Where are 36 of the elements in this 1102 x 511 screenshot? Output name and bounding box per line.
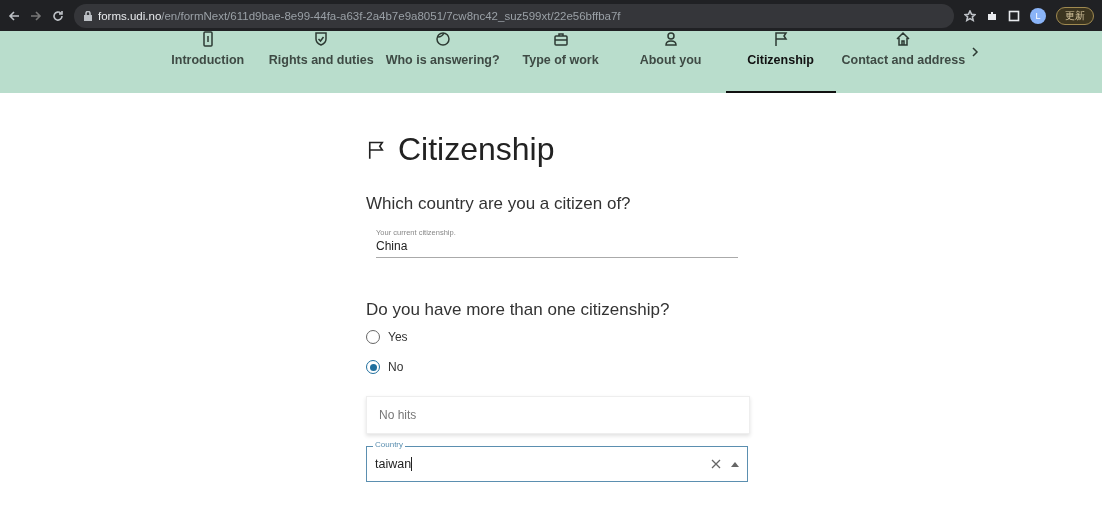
field-label: Country xyxy=(373,440,405,449)
next-steps-button[interactable] xyxy=(971,47,980,57)
dropdown-message: No hits xyxy=(366,396,750,434)
chevron-right-icon xyxy=(971,47,980,57)
shield-icon xyxy=(313,31,330,47)
collapse-button[interactable] xyxy=(731,461,739,467)
field-value: China xyxy=(376,239,409,253)
star-icon[interactable] xyxy=(964,9,976,22)
step-tab[interactable]: Introduction xyxy=(152,31,263,93)
url-text: forms.udi.no/en/formNext/611d9bae-8e99-44fa-a63f-2a4b7e9a8051/7cw8nc42_suz599xt/22e56bffba7f xyxy=(98,9,621,22)
flag-icon xyxy=(772,31,789,47)
field-value: taiwan xyxy=(375,456,414,472)
page-title: Citizenship xyxy=(398,131,555,168)
radio-option[interactable]: Yes xyxy=(366,330,408,344)
briefcase-icon xyxy=(552,31,569,47)
clear-button[interactable] xyxy=(711,459,721,469)
caret-up-icon xyxy=(731,461,739,467)
step-tab[interactable]: Type of work xyxy=(505,31,616,93)
reload-icon[interactable] xyxy=(52,9,64,22)
close-icon xyxy=(711,459,721,469)
step-tab[interactable]: Who is answering? xyxy=(379,31,506,93)
update-button[interactable]: 更新 xyxy=(1056,6,1094,25)
lock-icon xyxy=(84,10,92,21)
step-tab[interactable]: Citizenship xyxy=(725,31,836,93)
step-tab[interactable]: Rights and duties xyxy=(262,31,380,93)
question-label: Do you have more than one citizenship? xyxy=(366,300,671,320)
radio-option[interactable]: No xyxy=(366,360,404,374)
person-icon xyxy=(662,31,679,47)
step-tab[interactable]: Contact and address xyxy=(835,31,972,93)
sidebar-icon[interactable] xyxy=(1008,9,1020,22)
back-icon[interactable] xyxy=(8,9,20,22)
forward-icon[interactable] xyxy=(30,9,42,22)
house-icon xyxy=(895,31,912,47)
step-tab[interactable]: About you xyxy=(615,31,726,93)
address-bar[interactable]: forms.udi.no/en/formNext/611d9bae-8e99-44fa-a63f-2a4b7e9a8051/7cw8nc42_suz599xt/22e56bffba7f xyxy=(74,3,954,28)
question-label: Which country are you a citizen of? xyxy=(366,194,632,214)
